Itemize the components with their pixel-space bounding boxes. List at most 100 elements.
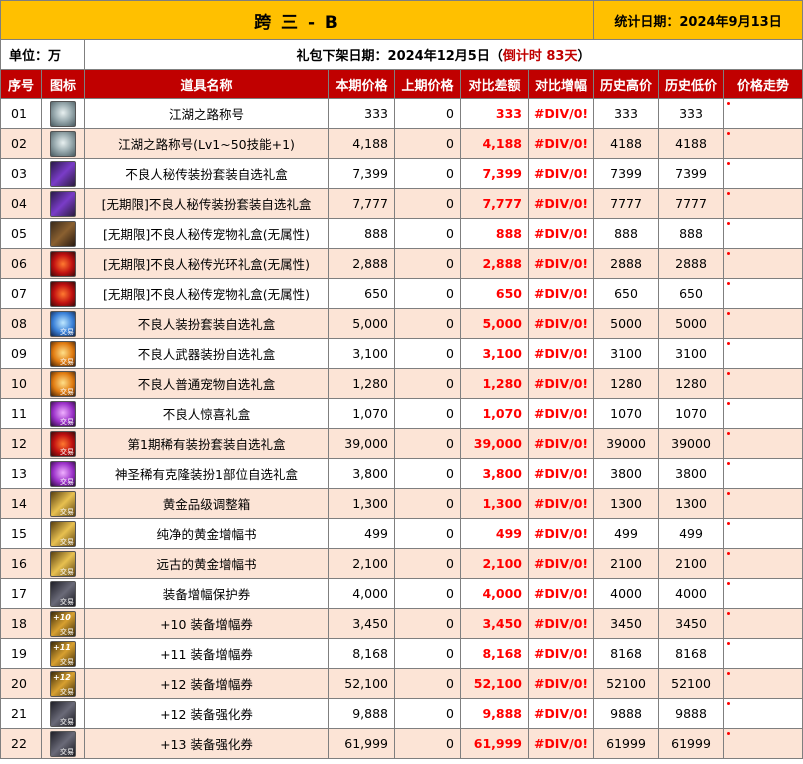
- history-low: 39000: [658, 428, 725, 459]
- amplify-ticket-icon: +12 交易: [50, 670, 76, 697]
- row-number: 07: [0, 278, 42, 309]
- item-icon-cell: 交易: [41, 488, 85, 519]
- trend-marker: [727, 462, 731, 465]
- trend-marker: [727, 672, 731, 675]
- row-number: 19: [0, 638, 42, 669]
- table-row: 06 [无期限]不良人秘传光环礼盒(无属性) 2,888 0 2,888 #DIV/0! 2…: [0, 248, 803, 279]
- column-header-row: 序号 图标 道具名称 本期价格 上期价格 对比差额 对比增幅 历史高价 历史低价…: [0, 69, 803, 99]
- item-name: [无期限]不良人秘传宠物礼盒(无属性): [84, 278, 329, 309]
- trend-marker: [727, 522, 731, 525]
- icon-trade-tag: 交易: [60, 417, 74, 426]
- previous-price: 0: [394, 638, 461, 669]
- trend-marker: [727, 732, 731, 735]
- price-trend: [723, 128, 803, 159]
- icon-trade-tag: 交易: [60, 627, 74, 636]
- col-header-name: 道具名称: [84, 69, 329, 99]
- row-number: 22: [0, 728, 42, 759]
- item-name: 纯净的黄金增幅书: [84, 518, 329, 549]
- table-row: 10 交易 不良人普通宠物自选礼盒 1,280 0 1,280 #DIV/0! 1280 128…: [0, 368, 803, 399]
- item-icon-cell: [41, 128, 85, 159]
- row-number: 02: [0, 128, 42, 159]
- previous-price: 0: [394, 668, 461, 699]
- item-name: 装备增幅保护券: [84, 578, 329, 609]
- change-rate: #DIV/0!: [527, 578, 595, 609]
- trend-marker: [727, 222, 731, 225]
- trend-marker: [727, 402, 731, 405]
- current-price: 2,100: [328, 548, 395, 579]
- change-rate: #DIV/0!: [527, 428, 595, 459]
- table-row: 04 [无期限]不良人秘传装扮套装自选礼盒 7,777 0 7,777 #DIV/0! 77…: [0, 188, 803, 219]
- change-rate: #DIV/0!: [527, 638, 595, 669]
- previous-price: 0: [394, 578, 461, 609]
- current-price: 3,100: [328, 338, 395, 369]
- table-row: 01 江湖之路称号 333 0 333 #DIV/0! 333 333: [0, 98, 803, 129]
- previous-price: 0: [394, 308, 461, 339]
- history-high: 2100: [593, 548, 660, 579]
- trend-marker: [727, 192, 731, 195]
- price-difference: 333: [460, 98, 529, 129]
- history-high: 8168: [593, 638, 660, 669]
- item-icon-cell: 交易: [41, 368, 85, 399]
- price-difference: 61,999: [460, 728, 529, 759]
- current-price: 1,070: [328, 398, 395, 429]
- table-row: 22+13交易+13 装备强化券61,999061,999#DIV/0!6199…: [0, 728, 803, 759]
- icon-trade-tag: 交易: [60, 687, 74, 696]
- previous-price: 0: [394, 488, 461, 519]
- price-difference: 3,100: [460, 338, 529, 369]
- previous-price: 0: [394, 188, 461, 219]
- item-name: 黄金品级调整箱: [84, 488, 329, 519]
- col-header-no: 序号: [0, 69, 42, 99]
- change-rate: #DIV/0!: [527, 488, 595, 519]
- price-difference: 39,000: [460, 428, 529, 459]
- previous-price: 0: [394, 398, 461, 429]
- item-name: 不良人秘传装扮套装自选礼盒: [84, 158, 329, 189]
- price-difference: 4,000: [460, 578, 529, 609]
- table-row: 16 交易 远古的黄金增幅书 2,100 0 2,100 #DIV/0! 2100 2100: [0, 548, 803, 579]
- row-number: 20: [0, 668, 42, 699]
- row-number: 03: [0, 158, 42, 189]
- unit-label: 单位：万: [0, 39, 85, 70]
- item-icon-cell: [41, 98, 85, 129]
- history-high: 2888: [593, 248, 660, 279]
- current-price: 3,450: [328, 608, 395, 639]
- price-difference: 2,100: [460, 548, 529, 579]
- item-name: 远古的黄金增幅书: [84, 548, 329, 579]
- current-price: 650: [328, 278, 395, 309]
- icon-trade-tag: 交易: [60, 447, 74, 456]
- history-high: 9888: [593, 698, 660, 729]
- table-row: 09 交易 不良人武器装扮自选礼盒 3,100 0 3,100 #DIV/0! 3100 310…: [0, 338, 803, 369]
- change-rate: #DIV/0!: [527, 278, 595, 309]
- history-low: 4000: [658, 578, 725, 609]
- price-trend: [723, 98, 803, 129]
- title-row: 跨 三 - B 统计日期：2024年9月13日: [0, 0, 803, 40]
- col-header-current-price: 本期价格: [328, 69, 395, 99]
- price-trend: [723, 668, 803, 699]
- offline-date: 礼包下架日期：2024年12月5日（倒计时 83天）: [83, 39, 803, 70]
- row-number: 06: [0, 248, 42, 279]
- history-high: 3450: [593, 608, 660, 639]
- history-low: 4188: [658, 128, 725, 159]
- row-number: 08: [0, 308, 42, 339]
- table-row: 12 交易 第1期稀有装扮套装自选礼盒 39,000 0 39,000 #DIV/0! 390…: [0, 428, 803, 459]
- reinforce-ticket-icon: +13交易: [50, 730, 76, 757]
- previous-price: 0: [394, 518, 461, 549]
- trend-marker: [727, 132, 731, 135]
- history-low: 1280: [658, 368, 725, 399]
- previous-price: 0: [394, 548, 461, 579]
- table-row: 18 +10 交易 +10 装备增幅券 3,450 0 3,450 #DIV/0! 3450 34…: [0, 608, 803, 639]
- price-table: 跨 三 - B 统计日期：2024年9月13日 单位：万 礼包下架日期：2024…: [0, 0, 803, 759]
- previous-price: 0: [394, 128, 461, 159]
- history-low: 333: [658, 98, 725, 129]
- protect-ticket-icon: 交易: [50, 580, 76, 607]
- item-name: +12 装备强化券: [84, 698, 329, 729]
- trend-marker: [727, 492, 731, 495]
- history-high: 1070: [593, 398, 660, 429]
- price-difference: 8,168: [460, 638, 529, 669]
- row-number: 11: [0, 398, 42, 429]
- history-low: 1300: [658, 488, 725, 519]
- table-row: 11 交易 不良人惊喜礼盒 1,070 0 1,070 #DIV/0! 1070 1070: [0, 398, 803, 429]
- col-header-previous-price: 上期价格: [394, 69, 461, 99]
- price-trend: [723, 248, 803, 279]
- price-trend: [723, 728, 803, 759]
- reinforce-ticket-icon: +12交易: [50, 700, 76, 727]
